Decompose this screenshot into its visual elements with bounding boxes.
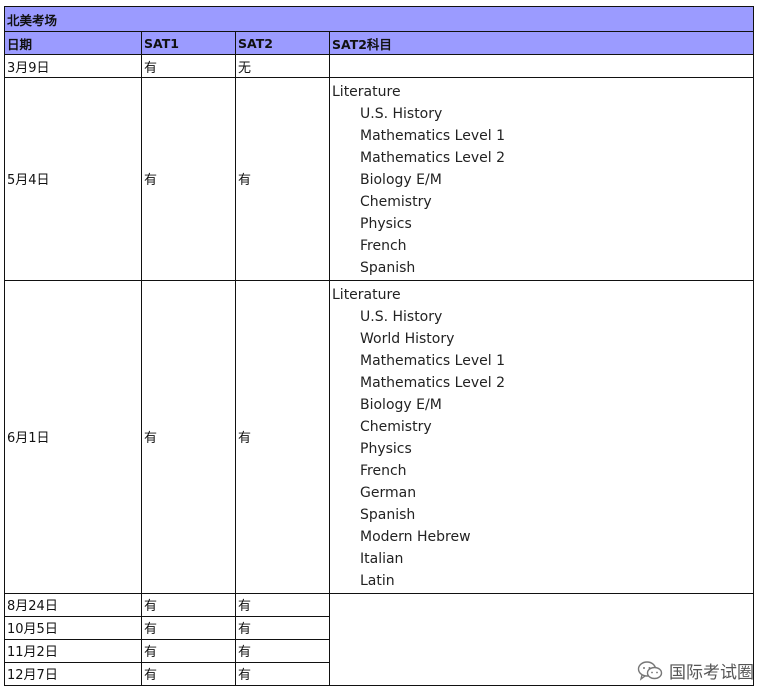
date-cell: 12月7日 bbox=[4, 661, 142, 687]
subject-item: Literature bbox=[332, 84, 401, 101]
sat1-cell: 有 bbox=[141, 279, 236, 594]
watermark-text: 国际考试圈 bbox=[669, 663, 754, 683]
date-cell: 6月1日 bbox=[4, 279, 142, 594]
sat-schedule-table: 北美考场 日期 SAT1 SAT2 SAT2科目 3月9日 有 无 5月4日 有… bbox=[3, 5, 755, 687]
sat1-cell: 有 bbox=[141, 661, 236, 687]
header-sat1: SAT1 bbox=[141, 31, 236, 56]
table-row: 5月4日 有 有 Literature U.S. History Mathemati… bbox=[4, 77, 755, 281]
subject-item: Biology E/M bbox=[360, 396, 442, 413]
subject-item: French bbox=[360, 238, 407, 255]
sat2-cell: 有 bbox=[235, 279, 330, 594]
date-cell: 10月5日 bbox=[4, 615, 142, 640]
table-row: 6月1日 有 有 Literature U.S. History World His… bbox=[4, 279, 755, 594]
wechat-icon bbox=[637, 660, 663, 681]
subject-item: German bbox=[360, 484, 417, 501]
header-sat2: SAT2 bbox=[235, 31, 330, 56]
subjects-cell: Literature U.S. History Mathematics Level … bbox=[328, 77, 755, 281]
sat2-cell: 无 bbox=[235, 54, 330, 79]
sat2-cell: 有 bbox=[235, 592, 330, 617]
subject-item: Mathematics Level 1 bbox=[360, 128, 505, 145]
subject-item: Literature bbox=[332, 286, 401, 303]
date-cell: 5月4日 bbox=[4, 77, 142, 281]
sat1-cell: 有 bbox=[141, 592, 236, 617]
subject-item: Physics bbox=[360, 216, 412, 233]
table-row: 8月24日 有 有 bbox=[4, 592, 755, 687]
subject-item: Mathematics Level 1 bbox=[360, 352, 505, 369]
subjects-cell: Literature U.S. History World History Mathe… bbox=[328, 279, 755, 594]
subject-item: Spanish bbox=[360, 506, 416, 523]
subject-item: Chemistry bbox=[360, 194, 432, 211]
date-cell: 11月2日 bbox=[4, 638, 142, 663]
watermark: 国际考试圈 bbox=[637, 658, 754, 683]
subject-item: Italian bbox=[360, 550, 404, 567]
date-cell: 3月9日 bbox=[4, 54, 142, 79]
date-cell: 8月24日 bbox=[4, 592, 142, 617]
header-row: 日期 SAT1 SAT2 SAT2科目 bbox=[4, 31, 755, 56]
subject-item: Chemistry bbox=[360, 418, 432, 435]
sat2-cell: 有 bbox=[235, 615, 330, 640]
subject-item: Spanish bbox=[360, 260, 416, 277]
subject-item: Latin bbox=[360, 572, 395, 589]
subject-item: Biology E/M bbox=[360, 172, 442, 189]
header-date: 日期 bbox=[4, 31, 142, 56]
subject-item: U.S. History bbox=[360, 308, 443, 325]
table-row: 3月9日 有 无 bbox=[4, 54, 755, 79]
header-subjects: SAT2科目 bbox=[328, 31, 755, 56]
subjects-cell bbox=[328, 54, 755, 79]
subject-item: Mathematics Level 2 bbox=[360, 150, 505, 167]
subject-item: Modern Hebrew bbox=[360, 528, 471, 545]
region-row: 北美考场 bbox=[3, 5, 755, 33]
subject-item: Mathematics Level 2 bbox=[360, 374, 505, 391]
sat2-cell: 有 bbox=[235, 77, 330, 281]
sat2-cell: 有 bbox=[235, 661, 330, 687]
subject-item: U.S. History bbox=[360, 106, 443, 123]
region-title: 北美考场 bbox=[3, 5, 755, 33]
subject-item: French bbox=[360, 462, 407, 479]
subject-item: World History bbox=[360, 330, 455, 347]
sat1-cell: 有 bbox=[141, 638, 236, 663]
subject-item: Physics bbox=[360, 440, 412, 457]
sat2-cell: 有 bbox=[235, 638, 330, 663]
sat1-cell: 有 bbox=[141, 77, 236, 281]
sat1-cell: 有 bbox=[141, 615, 236, 640]
sat1-cell: 有 bbox=[141, 54, 236, 79]
